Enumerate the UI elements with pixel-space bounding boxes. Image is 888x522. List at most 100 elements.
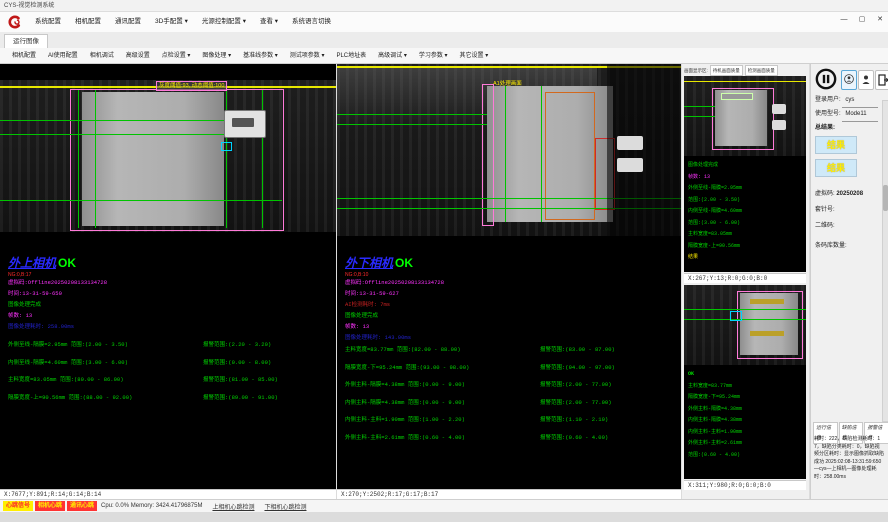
status-badge: 相机心跳 bbox=[35, 501, 65, 511]
measurement-value: 内侧至线-隔膜=4.60mm 范围:(3.00 - 6.00) bbox=[8, 358, 203, 376]
left-camera-image[interactable]: 灰度阈值:93, 动态阈值:100 bbox=[0, 80, 336, 232]
preview-line: 隔膜宽度-下=95.24mm bbox=[688, 392, 742, 404]
measurement-value: 主料宽度=83.77mm 范围:(82.00 - 88.00) bbox=[345, 345, 540, 363]
measurement-alarm-range: 报警范围:(0.00 - 8.00) bbox=[203, 358, 271, 376]
exit-button[interactable] bbox=[875, 70, 888, 90]
toolbar-item[interactable]: 测试项参数 ▾ bbox=[284, 48, 331, 64]
user-button[interactable] bbox=[858, 70, 874, 90]
menu-item[interactable]: 查看 ▾ bbox=[253, 12, 285, 32]
info-line: AI检测耗时: 7ms bbox=[345, 299, 444, 310]
preview-tab-inspect[interactable]: 检测画面质量 bbox=[745, 65, 778, 76]
qrcode-label: 二维码: bbox=[815, 223, 835, 229]
roi-rect-orange bbox=[545, 92, 595, 220]
menu-item[interactable]: 光源控制配置 ▾ bbox=[195, 12, 253, 32]
toolbar-item[interactable]: PLC地址表 bbox=[330, 48, 372, 64]
tiny-overlay-strip bbox=[750, 331, 784, 336]
lower-camera-heartbeat-link[interactable]: 下相机心跳检测 bbox=[264, 502, 306, 511]
minimize-button[interactable]: — bbox=[838, 14, 850, 26]
virtual-code-row: 虚拟码: 20250208 bbox=[815, 188, 863, 201]
preview-panel-top[interactable]: 图像处理完成帧数: 13外侧至线-隔膜=2.95mm范围:(2.00 - 3.5… bbox=[684, 76, 806, 272]
measure-hline bbox=[684, 106, 715, 107]
toolbar-item[interactable]: 高级设置 bbox=[120, 48, 156, 64]
camera-name-label: 外上相机 bbox=[8, 256, 56, 270]
toolbar-item[interactable]: 高级调试 ▾ bbox=[372, 48, 413, 64]
toolbar-item[interactable]: 相机配置 bbox=[6, 48, 42, 64]
menu-item[interactable]: 相机配置 bbox=[68, 12, 108, 32]
close-button[interactable]: ✕ bbox=[874, 14, 886, 26]
login-user-value[interactable]: cys bbox=[842, 94, 878, 108]
run-log-text[interactable]: 耗时：222，缺陷检测耗时：17，缺陷分类耗时：0，缺陷视频分区耗时：显示图像抓… bbox=[814, 436, 884, 494]
preview-tab-idle[interactable]: 待机画面质量 bbox=[710, 65, 743, 76]
menu-item[interactable]: 系统配置 bbox=[28, 12, 68, 32]
model-value[interactable]: Mode11 bbox=[842, 108, 878, 122]
pause-button[interactable] bbox=[815, 68, 837, 90]
upper-camera-heartbeat-link[interactable]: 上相机心跳检测 bbox=[212, 502, 254, 511]
measurement-row: 隔膜宽度-上=90.56mm 范围:(88.00 - 92.00) 报警范围:(… bbox=[8, 393, 334, 411]
preview-image bbox=[684, 76, 806, 156]
measurement-alarm-range: 报警范围:(81.00 - 85.00) bbox=[203, 375, 278, 393]
left-camera-panel[interactable]: 灰度阈值:93, 动态阈值:100 外上相机OK NG:0,B:17 虚拟码:O… bbox=[0, 64, 336, 489]
threshold-overlay-text: 灰度阈值:93, 动态阈值:100 bbox=[156, 81, 227, 91]
connector-part bbox=[617, 158, 643, 172]
toolbar-item[interactable]: 其它设置 ▾ bbox=[454, 48, 495, 64]
info-line: 时间:13-31-59-627 bbox=[345, 288, 444, 299]
preview-panel-bottom[interactable]: OK主料宽度=83.77mm隔膜宽度-下=95.24mm外侧主料-隔膜=4.38… bbox=[684, 285, 806, 479]
info-line: 帧数: 13 bbox=[8, 310, 107, 321]
measurement-value: 隔膜宽度-上=90.56mm 范围:(88.00 - 92.00) bbox=[8, 393, 203, 411]
measurement-row: 主料宽度=83.77mm 范围:(82.00 - 88.00) 报警范围:(83… bbox=[345, 345, 679, 363]
toolbar-item[interactable]: 基准线参数 ▾ bbox=[237, 48, 284, 64]
needle-no-row: 套针号: bbox=[815, 204, 835, 217]
measure-hline bbox=[337, 114, 487, 115]
toolbar-item[interactable]: 图像处理 ▾ bbox=[196, 48, 237, 64]
middle-camera-image[interactable]: A1处理画面 bbox=[337, 64, 681, 236]
preview-line: 图像处理完成 bbox=[688, 160, 742, 172]
connector-part bbox=[772, 120, 786, 130]
measurement-value: 内侧主料-主料=1.90mm 范围:(1.00 - 2.20) bbox=[345, 415, 540, 433]
marker-cyan bbox=[221, 142, 232, 151]
barcode-count-row: 条码库数量: bbox=[815, 240, 847, 253]
window-controls: — ▢ ✕ bbox=[838, 14, 886, 26]
menu-item[interactable]: 通讯配置 bbox=[108, 12, 148, 32]
menu-item[interactable]: 3D手配置 ▾ bbox=[148, 12, 195, 32]
toolbar-item[interactable]: 相机调试 bbox=[84, 48, 120, 64]
overlay-yellow-line bbox=[684, 81, 806, 82]
preview-line: 帧数: 13 bbox=[688, 172, 742, 184]
app-logo-icon bbox=[6, 14, 22, 30]
info-line: 图像处理耗时: 258.00ms bbox=[8, 321, 107, 332]
total-result-label: 总结果: bbox=[815, 122, 835, 135]
preview-line: 外侧主料-隔膜=4.38mm bbox=[688, 404, 742, 416]
switch-user-button[interactable] bbox=[841, 70, 857, 90]
dark-zone bbox=[607, 64, 681, 236]
maximize-button[interactable]: ▢ bbox=[856, 14, 868, 26]
middle-camera-panel[interactable]: A1处理画面 外下相机OK NG:0,B:10 虚拟码:Offline20250… bbox=[337, 64, 681, 489]
left-result-title: 外上相机OK NG:0,B:17 bbox=[8, 254, 76, 278]
preview-line: OK bbox=[688, 369, 742, 381]
result-ok-label: OK bbox=[58, 256, 76, 270]
camera-name-label: 外下相机 bbox=[345, 256, 393, 270]
product-region bbox=[82, 92, 224, 226]
tiny-overlay-strip bbox=[722, 94, 752, 99]
measurement-alarm-range: 报警范围:(94.00 - 97.00) bbox=[540, 363, 615, 381]
measurement-row: 内侧主料-隔膜=4.38mm 范围:(0.00 - 9.00) 报警范围:(2.… bbox=[345, 398, 679, 416]
right-control-panel: 登录用户: cys 使用型号: Mode11 总结果: 结果 结果 虚拟码: 2… bbox=[810, 64, 888, 499]
virtual-code-label: 虚拟码: bbox=[815, 191, 835, 197]
preview-line: 结果 bbox=[688, 252, 742, 264]
measurement-value: 外侧主料-主料=2.61mm 范围:(0.60 - 4.00) bbox=[345, 433, 540, 451]
roi-rect-pink bbox=[482, 84, 494, 226]
menu-item[interactable]: 系统语言切换 bbox=[285, 12, 338, 32]
info-line: 时间:13-31-59-650 bbox=[8, 288, 107, 299]
status-badge: 心跳信号 bbox=[3, 501, 33, 511]
scrollbar-thumb[interactable] bbox=[883, 185, 888, 211]
needle-no-label: 套针号: bbox=[815, 207, 835, 213]
preview-line: 内侧主料-隔膜=4.38mm bbox=[688, 415, 742, 427]
toolbar-item[interactable]: AI使用配置 bbox=[42, 48, 84, 64]
barcode-count-label: 条码库数量: bbox=[815, 243, 847, 249]
toolbar-item[interactable]: 学习参数 ▾ bbox=[413, 48, 454, 64]
measure-vline bbox=[78, 90, 79, 228]
right-panel-scrollbar[interactable] bbox=[882, 100, 888, 422]
measurement-row: 外侧主料-隔膜=4.38mm 范围:(0.00 - 9.00) 报警范围:(2.… bbox=[345, 380, 679, 398]
application-window: CYS-视觉检测系统 系统配置相机配置通讯配置3D手配置 ▾光源控制配置 ▾查看… bbox=[0, 0, 888, 522]
toolbar-item[interactable]: 点检设置 ▾ bbox=[156, 48, 197, 64]
measure-vline bbox=[541, 86, 542, 222]
model-label: 使用型号: bbox=[815, 111, 841, 117]
